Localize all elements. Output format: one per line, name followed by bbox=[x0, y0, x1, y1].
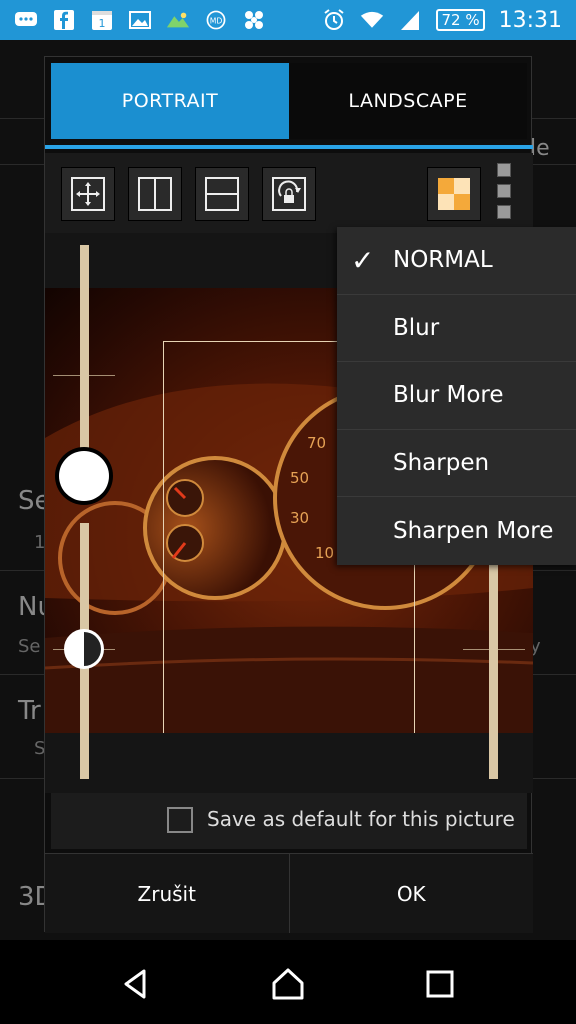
clock: 13:31 bbox=[498, 7, 562, 33]
recents-icon bbox=[426, 970, 454, 998]
svg-text:1: 1 bbox=[99, 17, 106, 30]
fit-screen-icon bbox=[71, 177, 105, 211]
brightness-sun-icon[interactable] bbox=[59, 451, 109, 501]
recents-button[interactable] bbox=[410, 954, 470, 1014]
slider-tick bbox=[463, 649, 525, 650]
rotate-lock-icon bbox=[272, 177, 306, 211]
brightness-slider-track[interactable] bbox=[80, 245, 89, 452]
tab-portrait[interactable]: PORTRAIT bbox=[51, 63, 289, 139]
background-label: Tr bbox=[18, 696, 41, 726]
split-horizontal-button[interactable] bbox=[195, 167, 249, 221]
signal-icon bbox=[398, 9, 422, 31]
save-default-row[interactable]: Save as default for this picture bbox=[51, 793, 527, 849]
svg-text:MD: MD bbox=[210, 16, 223, 25]
rotate-lock-button[interactable] bbox=[262, 167, 316, 221]
home-button[interactable] bbox=[258, 954, 318, 1014]
alarm-icon bbox=[322, 9, 346, 31]
calendar-icon: 1 bbox=[90, 9, 114, 31]
dialog-actions: Zrušit OK bbox=[45, 853, 533, 933]
navigation-bar bbox=[0, 944, 576, 1024]
tab-landscape[interactable]: LANDSCAPE bbox=[289, 63, 527, 139]
menu-item-label: Sharpen More bbox=[393, 518, 554, 545]
save-default-label: Save as default for this picture bbox=[207, 807, 515, 831]
facebook-icon bbox=[52, 9, 76, 31]
menu-item-label: NORMAL bbox=[393, 247, 493, 274]
overflow-dot bbox=[497, 205, 511, 219]
menu-item-sharpen-more[interactable]: Sharpen More bbox=[337, 497, 576, 565]
background-label: Se bbox=[18, 636, 41, 657]
menu-item-label: Blur More bbox=[393, 382, 504, 409]
image-icon bbox=[128, 9, 152, 31]
md-icon: MD bbox=[204, 9, 228, 31]
split-horizontal-icon bbox=[205, 177, 239, 211]
menu-item-blur[interactable]: Blur bbox=[337, 295, 576, 363]
split-vertical-button[interactable] bbox=[128, 167, 182, 221]
checkerboard-icon bbox=[438, 178, 470, 210]
overflow-dot bbox=[497, 184, 511, 198]
home-icon bbox=[272, 968, 304, 1000]
fan-icon bbox=[242, 9, 266, 31]
overflow-menu-button[interactable] bbox=[497, 163, 513, 219]
menu-item-sharpen[interactable]: Sharpen bbox=[337, 430, 576, 498]
save-default-checkbox[interactable] bbox=[167, 807, 193, 833]
overflow-dot bbox=[497, 163, 511, 177]
tool-toolbar bbox=[45, 153, 533, 233]
tab-underline bbox=[45, 145, 533, 149]
orientation-tabs: PORTRAIT LANDSCAPE bbox=[51, 63, 527, 139]
status-bar: 1 MD 72 % 13:31 bbox=[0, 0, 576, 40]
back-icon bbox=[124, 969, 146, 999]
filter-button[interactable] bbox=[427, 167, 481, 221]
menu-item-blur-more[interactable]: Blur More bbox=[337, 362, 576, 430]
slider-tick bbox=[53, 375, 115, 376]
ok-button[interactable]: OK bbox=[288, 854, 533, 933]
filter-menu: ✓ NORMAL Blur Blur More Sharpen Sharpen … bbox=[337, 227, 576, 565]
cancel-button[interactable]: Zrušit bbox=[45, 854, 289, 933]
contrast-icon[interactable] bbox=[64, 629, 104, 669]
menu-item-label: Sharpen bbox=[393, 450, 490, 477]
fit-screen-button[interactable] bbox=[61, 167, 115, 221]
chat-icon bbox=[14, 9, 38, 31]
right-slider-track[interactable] bbox=[489, 563, 498, 779]
menu-item-label: Blur bbox=[393, 314, 440, 341]
battery-indicator: 72 % bbox=[436, 9, 485, 31]
landscape-icon bbox=[166, 9, 190, 31]
wifi-icon bbox=[360, 9, 384, 31]
back-button[interactable] bbox=[106, 954, 166, 1014]
split-vertical-icon bbox=[138, 177, 172, 211]
checkmark-icon: ✓ bbox=[351, 243, 375, 277]
menu-item-normal[interactable]: ✓ NORMAL bbox=[337, 227, 576, 295]
